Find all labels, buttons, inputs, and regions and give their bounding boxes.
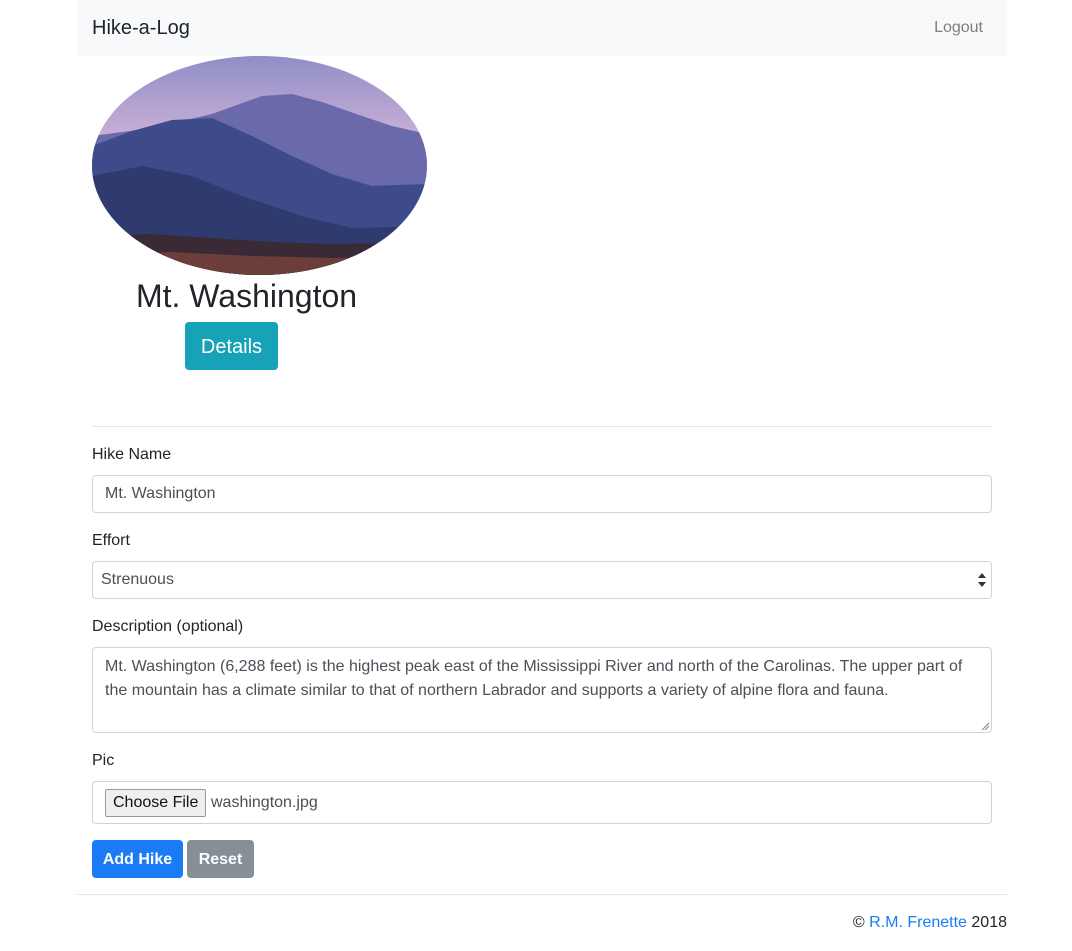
pic-file-input[interactable]: Choose File washington.jpg (92, 781, 992, 824)
footer-year: 2018 (971, 914, 1007, 931)
navbar: Hike-a-Log Logout (77, 0, 1007, 56)
description-textarea[interactable]: Mt. Washington (6,288 feet) is the highe… (92, 647, 992, 733)
hike-name-label: Hike Name (92, 446, 172, 463)
footer: © R.M. Frenette 2018 (853, 913, 1007, 933)
copyright-symbol: © (852, 914, 865, 931)
effort-selected-value: Strenuous (101, 571, 174, 588)
pic-label: Pic (92, 752, 115, 769)
details-button[interactable]: Details (185, 322, 278, 370)
add-hike-button[interactable]: Add Hike (92, 840, 183, 878)
resize-grip-icon[interactable] (981, 722, 990, 731)
effort-label: Effort (92, 532, 130, 549)
reset-button[interactable]: Reset (187, 840, 254, 878)
mountain-photo-icon (92, 56, 427, 275)
divider (92, 426, 992, 427)
choose-file-button[interactable]: Choose File (105, 789, 207, 817)
hike-image (92, 56, 427, 275)
file-name: washington.jpg (211, 794, 318, 811)
description-text: Mt. Washington (6,288 feet) is the highe… (105, 658, 963, 699)
hike-title: Mt. Washington (135, 278, 358, 314)
author-link[interactable]: R.M. Frenette (869, 914, 967, 931)
hike-name-input[interactable]: Mt. Washington (92, 475, 992, 513)
footer-divider (77, 894, 1007, 895)
description-label: Description (optional) (92, 618, 244, 635)
effort-select[interactable]: Strenuous (92, 561, 992, 599)
page-container: Hike-a-Log Logout Mt. Washington Details… (77, 0, 1007, 951)
logout-link[interactable]: Logout (934, 18, 983, 38)
select-arrows-icon (978, 573, 986, 587)
brand-link[interactable]: Hike-a-Log (92, 15, 190, 41)
